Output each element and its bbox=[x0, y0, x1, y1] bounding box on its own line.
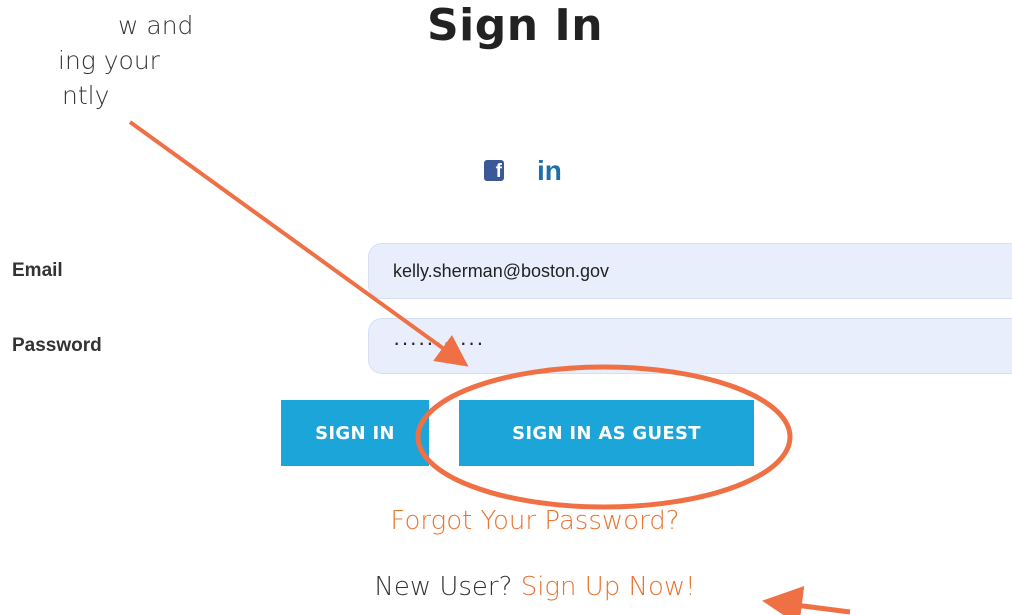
annotation-line: ntly bbox=[62, 81, 110, 110]
facebook-icon[interactable]: f bbox=[484, 160, 504, 181]
email-field[interactable]: kelly.sherman@boston.gov bbox=[368, 243, 1012, 299]
password-field[interactable]: ··········· bbox=[368, 318, 1012, 374]
annotation-line: w and bbox=[118, 11, 194, 40]
annotation-arrow bbox=[762, 585, 851, 615]
email-value: kelly.sherman@boston.gov bbox=[393, 260, 610, 281]
linkedin-icon[interactable]: in bbox=[537, 154, 562, 188]
new-user-text: New User? bbox=[374, 572, 521, 602]
sign-in-button[interactable]: SIGN IN bbox=[281, 400, 429, 466]
email-label: Email bbox=[12, 260, 63, 281]
password-label: Password bbox=[12, 335, 102, 356]
forgot-password-link[interactable]: Forgot Your Password? bbox=[300, 506, 770, 536]
sign-up-link[interactable]: Sign Up Now! bbox=[521, 572, 696, 602]
sign-in-as-guest-button[interactable]: SIGN IN AS GUEST bbox=[459, 400, 754, 466]
password-value: ··········· bbox=[393, 330, 485, 355]
new-user-prompt: New User? Sign Up Now! bbox=[300, 572, 770, 602]
page-title: Sign In bbox=[426, 0, 604, 51]
annotation-line: ing your bbox=[58, 46, 160, 75]
